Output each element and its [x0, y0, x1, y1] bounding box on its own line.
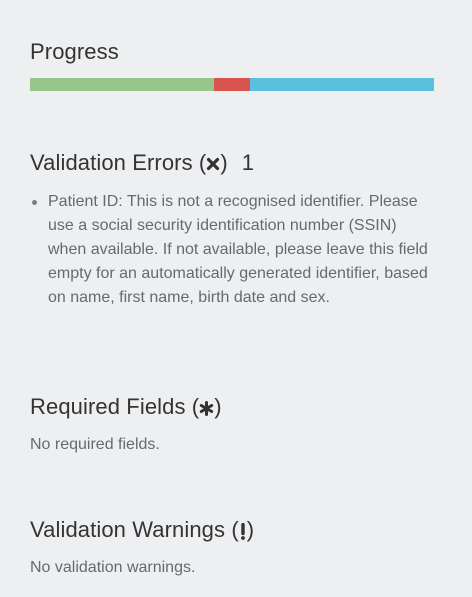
validation-errors-heading: Validation Errors () 1 [30, 150, 255, 175]
asterisk-icon [199, 400, 214, 416]
validation-errors-section: Validation Errors () 1 Patient ID: This i… [30, 149, 434, 310]
progress-bar [30, 78, 434, 91]
required-fields-message: No required fields. [30, 436, 160, 453]
validation-errors-count: 1 [241, 150, 255, 175]
progress-segment-valid [30, 78, 214, 91]
progress-section: Progress [30, 38, 434, 91]
validation-warnings-message: No validation warnings. [30, 559, 196, 576]
validation-error-item: Patient ID: This is not a recognised ide… [32, 190, 430, 310]
progress-segment-errors [213, 78, 250, 91]
validation-warnings-heading: Validation Warnings () [30, 517, 255, 542]
validation-errors-list: Patient ID: This is not a recognised ide… [30, 190, 434, 310]
validation-warnings-title: Validation Warnings [30, 517, 226, 542]
exclamation-icon [239, 522, 247, 540]
progress-title: Progress [30, 39, 119, 64]
validation-errors-title: Validation Errors [30, 150, 193, 175]
x-mark-icon [206, 157, 220, 171]
required-fields-heading: Required Fields () [30, 394, 222, 419]
required-fields-section: Required Fields () No required fields. [30, 393, 434, 456]
required-fields-title: Required Fields [30, 394, 186, 419]
validation-warnings-section: Validation Warnings () No validation war… [30, 516, 434, 579]
progress-segment-remaining [249, 78, 434, 91]
